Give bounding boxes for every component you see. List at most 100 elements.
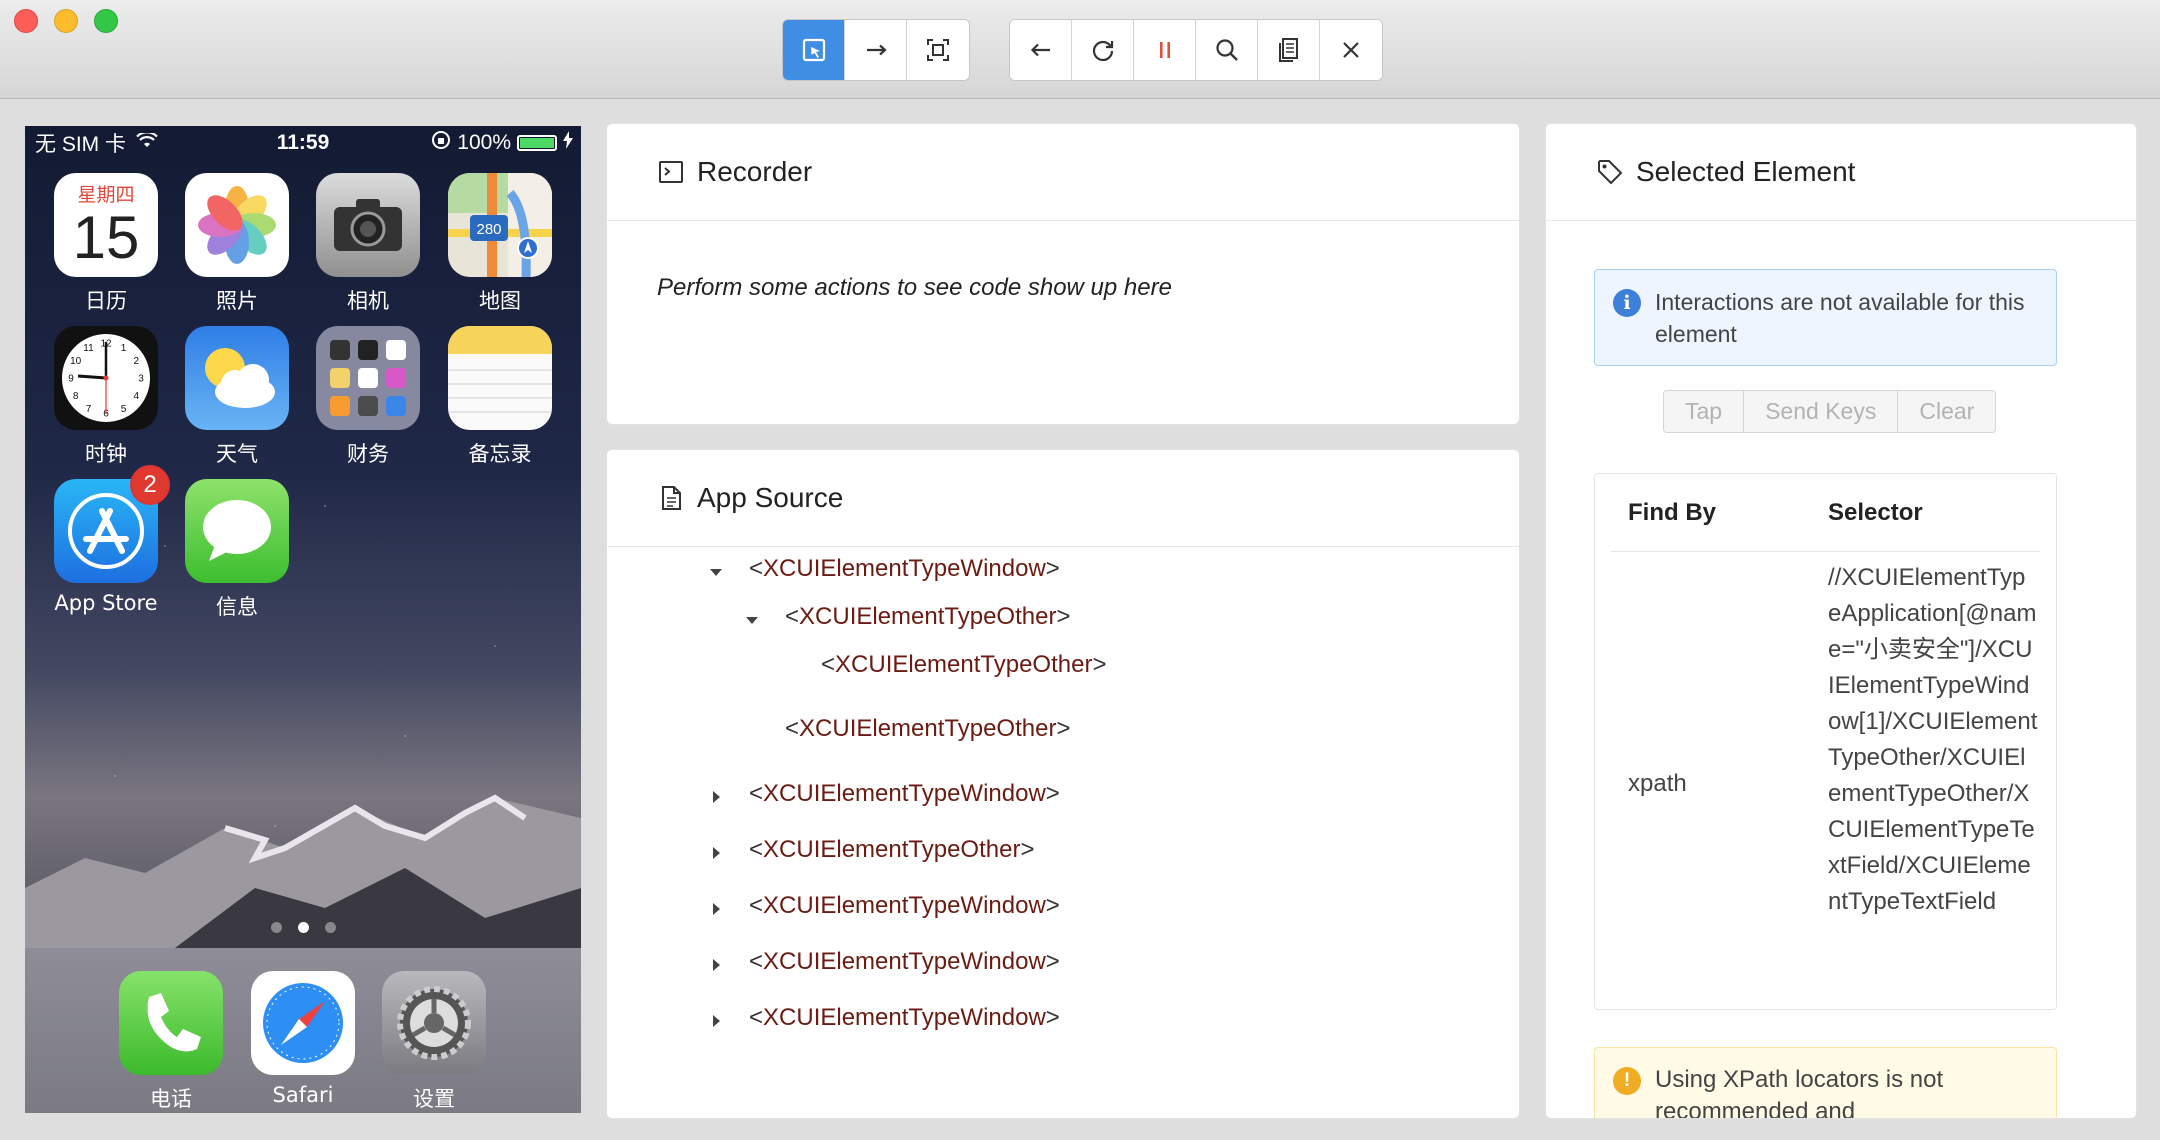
caret-right-icon[interactable]: [707, 785, 725, 803]
find-by-header: Find By: [1628, 499, 1716, 526]
info-alert-text: Interactions are not available for this …: [1655, 289, 2025, 347]
phone-icon: [119, 971, 223, 1075]
app-label: 相机: [347, 289, 389, 313]
source-tree-node[interactable]: <XCUIElementTypeWindow>: [707, 1004, 1060, 1032]
close-window-button[interactable]: [14, 9, 38, 33]
camera-icon: [316, 173, 420, 277]
app-clock[interactable]: 121234567891011 时钟: [54, 326, 158, 468]
copy-xml-icon: [1278, 38, 1298, 62]
tag-close-bracket: >: [1045, 1004, 1060, 1031]
caret-down-icon[interactable]: [707, 560, 725, 578]
app-phone[interactable]: 电话: [119, 971, 223, 1113]
element-type-name: XCUIElementTypeWindow: [763, 780, 1046, 807]
source-tree-node[interactable]: <XCUIElementTypeWindow>: [707, 948, 1060, 976]
app-label: 备忘录: [468, 442, 532, 466]
element-tag[interactable]: <XCUIElementTypeWindow>: [749, 555, 1060, 583]
caret-right-icon[interactable]: [707, 1009, 725, 1027]
screenshot-button[interactable]: [907, 20, 969, 80]
clear-button[interactable]: Clear: [1898, 391, 1996, 432]
selected-element-panel: Selected Element i Interactions are not …: [1545, 123, 2137, 1119]
dock: 电话 Safari 设置: [25, 948, 581, 1113]
app-photos[interactable]: 照片: [185, 173, 289, 315]
element-tag[interactable]: <XCUIElementTypeWindow>: [749, 780, 1060, 808]
element-tag[interactable]: <XCUIElementTypeWindow>: [749, 1004, 1060, 1032]
weather-icon: [185, 326, 289, 430]
source-tree-node[interactable]: <XCUIElementTypeOther>: [779, 651, 1106, 679]
app-label: Safari: [272, 1083, 334, 1107]
select-elements-button[interactable]: [783, 20, 845, 80]
clock-numeral: 11: [83, 343, 94, 354]
search-button[interactable]: [1196, 20, 1258, 80]
ios-status-bar: 无 SIM 卡 11:59 100%: [25, 126, 581, 160]
swipe-button[interactable]: [845, 20, 907, 80]
app-safari[interactable]: Safari: [251, 971, 355, 1107]
send-keys-button[interactable]: Send Keys: [1744, 391, 1899, 432]
element-type-name: XCUIElementTypeOther: [799, 715, 1057, 742]
app-calendar[interactable]: 星期四 15 日历: [54, 173, 158, 315]
source-tree-node[interactable]: <XCUIElementTypeWindow>: [707, 780, 1060, 808]
zoom-window-button[interactable]: [94, 9, 118, 33]
xpath-warning-text: Using XPath locators is not recommended …: [1655, 1066, 1944, 1119]
app-label: 天气: [216, 442, 258, 466]
warning-icon: !: [1613, 1067, 1641, 1095]
app-notes[interactable]: 备忘录: [448, 326, 552, 468]
folder-icon: [316, 326, 420, 430]
battery-icon: [517, 135, 557, 151]
caret-right-icon[interactable]: [707, 897, 725, 915]
source-tree-node[interactable]: <XCUIElementTypeOther>: [743, 603, 1070, 631]
element-type-name: XCUIElementTypeOther: [835, 651, 1093, 678]
app-label: 地图: [479, 289, 521, 313]
app-label: 时钟: [85, 442, 127, 466]
tag-open-bracket: <: [749, 780, 764, 807]
minimize-window-button[interactable]: [54, 9, 78, 33]
element-tag[interactable]: <XCUIElementTypeWindow>: [749, 948, 1060, 976]
app-label: 电话: [150, 1087, 192, 1111]
element-actions: Tap Send Keys Clear: [1663, 390, 1997, 433]
caret-right-icon[interactable]: [707, 841, 725, 859]
calendar-weekday: 星期四: [77, 184, 135, 206]
info-icon: i: [1613, 289, 1641, 317]
tap-button[interactable]: Tap: [1664, 391, 1745, 432]
session-actions-group: [1009, 19, 1383, 81]
selector-value[interactable]: //XCUIElementTypeApplication[@name="小卖安全…: [1828, 560, 2038, 920]
source-tree-node[interactable]: <XCUIElementTypeOther>: [707, 836, 1034, 864]
app-messages[interactable]: 信息: [185, 479, 289, 621]
tag-close-bracket: >: [1045, 892, 1060, 919]
app-camera[interactable]: 相机: [316, 173, 420, 315]
device-screenshot[interactable]: 无 SIM 卡 11:59 100% 星期四 15 日历 照片 相机 280 地…: [25, 126, 581, 1113]
copy-xml-button[interactable]: [1258, 20, 1320, 80]
clock-icon: 121234567891011: [54, 326, 158, 430]
app-maps[interactable]: 280 地图: [448, 173, 552, 315]
tag-open-bracket: <: [749, 948, 764, 975]
app-source-panel: App Source <XCUIElementTypeWindow> <XCUIE…: [606, 449, 1520, 1119]
caret-down-icon[interactable]: [743, 608, 761, 626]
refresh-button[interactable]: [1072, 20, 1134, 80]
element-tag[interactable]: <XCUIElementTypeOther>: [785, 715, 1070, 743]
selected-element-header: Selected Element: [1546, 124, 2136, 221]
source-tree-node[interactable]: <XCUIElementTypeWindow>: [707, 555, 1060, 583]
caret-right-icon[interactable]: [707, 953, 725, 971]
app-finance-folder[interactable]: 财务: [316, 326, 420, 468]
element-tag[interactable]: <XCUIElementTypeWindow>: [749, 892, 1060, 920]
tag-close-bracket: >: [1056, 715, 1071, 742]
charging-icon: [563, 131, 573, 155]
source-tree-node[interactable]: <XCUIElementTypeWindow>: [707, 892, 1060, 920]
recorder-header: Recorder: [607, 124, 1519, 221]
element-tag[interactable]: <XCUIElementTypeOther>: [821, 651, 1106, 679]
element-tag[interactable]: <XCUIElementTypeOther>: [785, 603, 1070, 631]
notes-icon: [448, 326, 552, 430]
back-button[interactable]: [1010, 20, 1072, 80]
source-tree-node[interactable]: <XCUIElementTypeOther>: [743, 715, 1070, 743]
xpath-warning: ! Using XPath locators is not recommende…: [1594, 1047, 2057, 1119]
selected-element-title: Selected Element: [1636, 156, 1856, 187]
tag-open-bracket: <: [785, 715, 800, 742]
app-weather[interactable]: 天气: [185, 326, 289, 468]
app-settings[interactable]: 设置: [382, 971, 486, 1113]
window-titlebar: [0, 0, 2160, 99]
quit-session-button[interactable]: [1320, 20, 1382, 80]
orientation-lock-icon: [431, 130, 451, 156]
element-tag[interactable]: <XCUIElementTypeOther>: [749, 836, 1034, 864]
tag-open-bracket: <: [749, 892, 764, 919]
pause-recording-button[interactable]: [1134, 20, 1196, 80]
app-app-store[interactable]: 2 App Store: [54, 465, 170, 615]
